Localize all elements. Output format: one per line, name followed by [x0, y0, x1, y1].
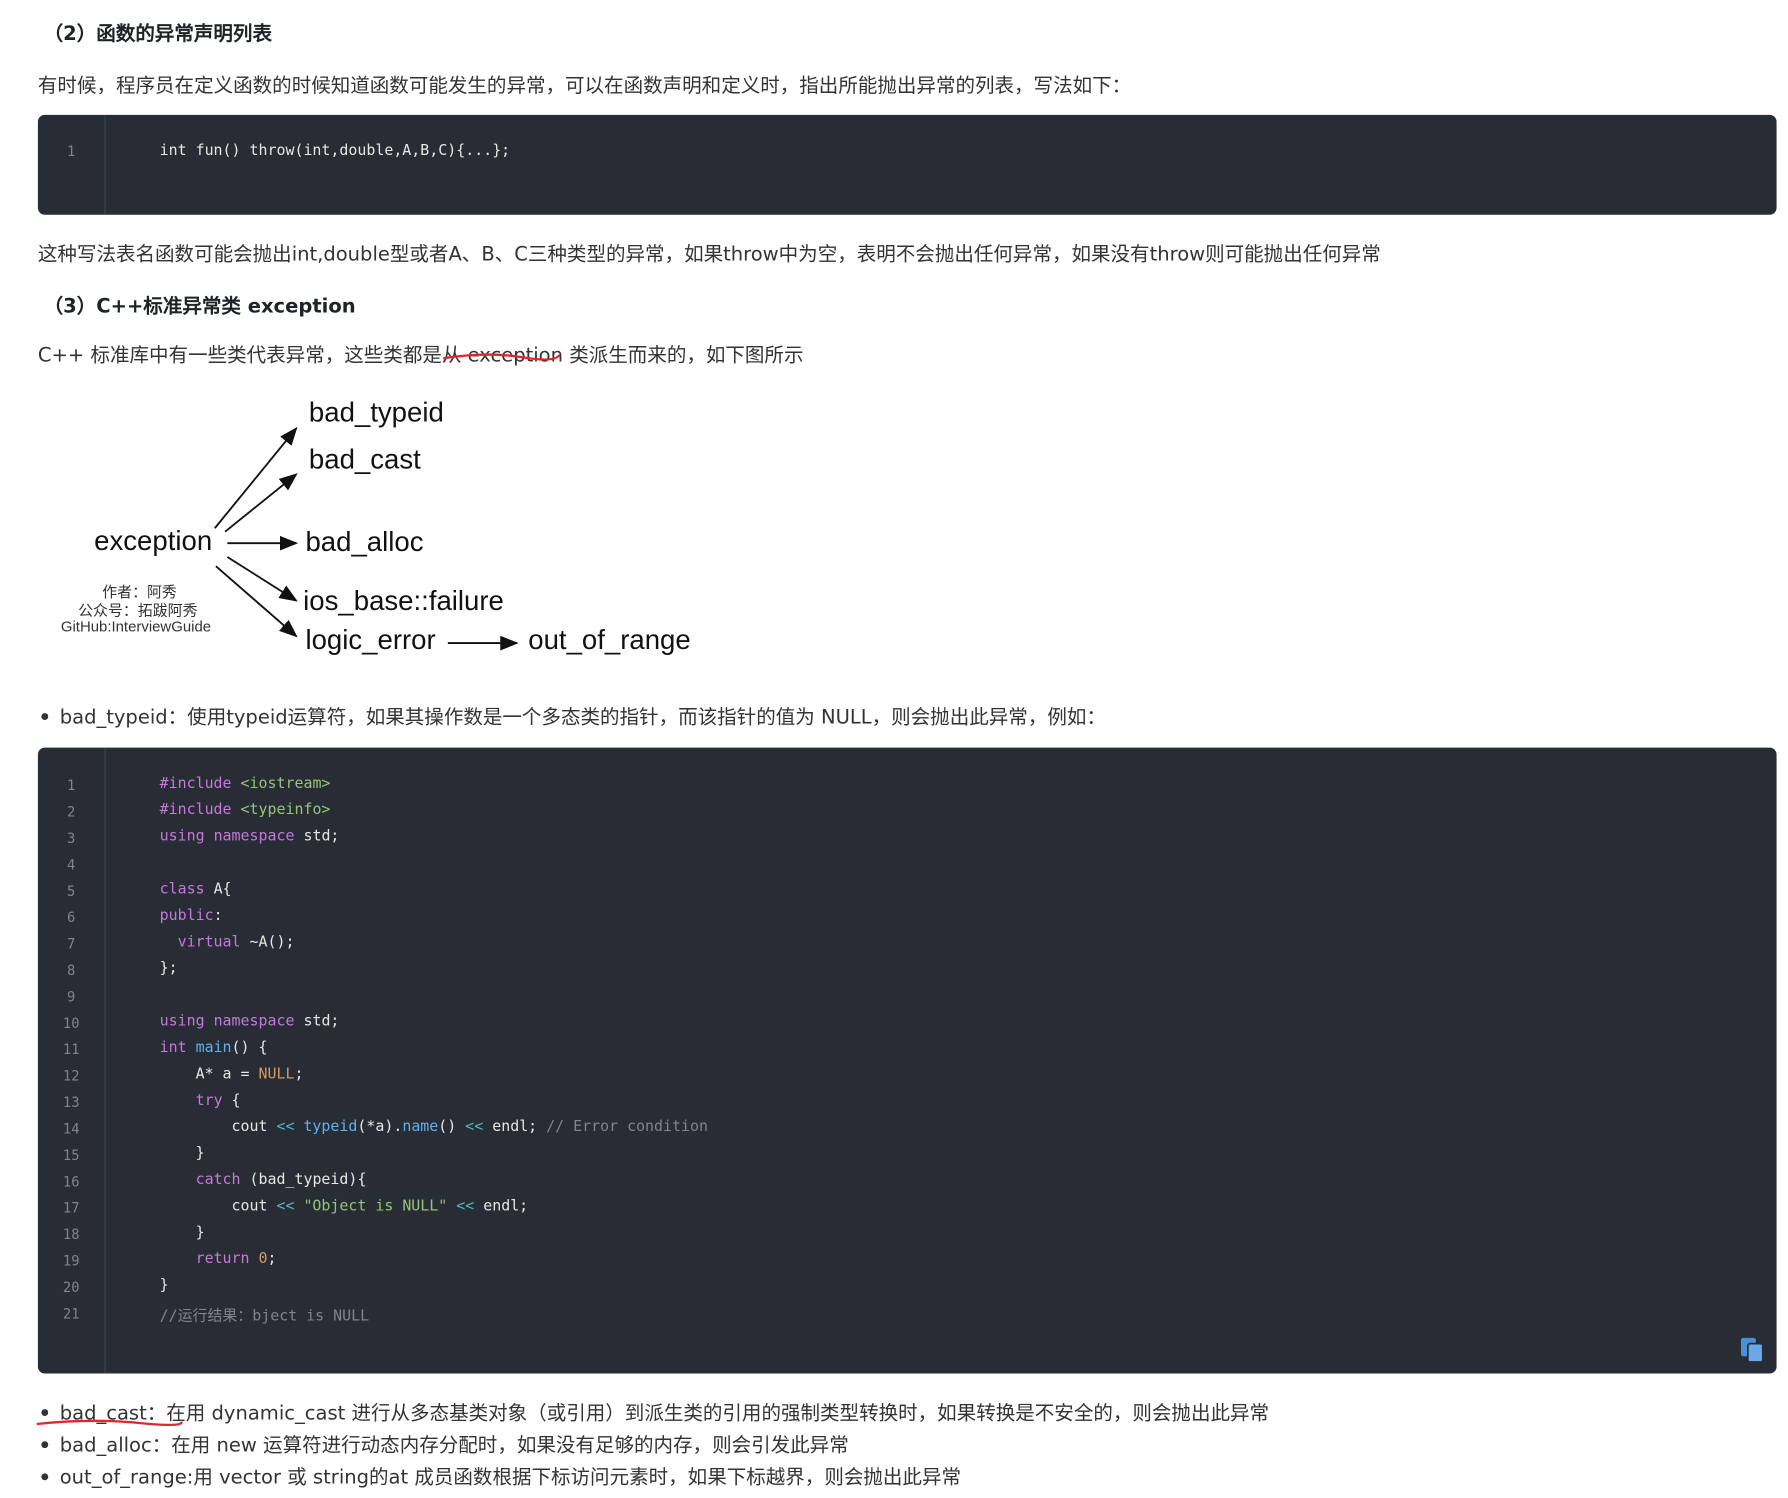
- line-number: 15: [62, 1147, 80, 1164]
- diagram-node-bad-typeid: bad_typeid: [308, 397, 444, 429]
- code-line: }: [159, 1144, 205, 1163]
- red-underline-annotation: [443, 353, 561, 361]
- code-line: //运行结果：bject is NULL: [159, 1308, 370, 1326]
- arrow-to-ios-base-failure: [226, 556, 298, 602]
- code-line: int main() {: [159, 1039, 268, 1057]
- bullet-dot: [41, 712, 49, 720]
- line-number-gutter: [38, 114, 106, 215]
- line-number: 8: [67, 962, 76, 979]
- code-line: #include <typeinfo>: [159, 801, 331, 819]
- arrow-to-logic-error: [215, 565, 298, 638]
- code-block-throw-list: 1 int fun() throw(int,double,A,B,C){...}…: [37, 114, 1777, 215]
- code-line: using namespace std;: [159, 827, 340, 846]
- line-number: 4: [67, 856, 76, 873]
- code-line: virtual ~A();: [177, 933, 295, 951]
- line-number: 2: [67, 803, 76, 820]
- list-item-text: out_of_range:用 vector 或 string的at 成员函数根据…: [59, 1466, 961, 1490]
- line-number: 7: [67, 935, 76, 953]
- line-number: 19: [62, 1252, 80, 1269]
- line-number: 20: [62, 1279, 80, 1296]
- paragraph-exception-class: C++ 标准库中有一些类代表异常，这些类都是从 exception 类派生而来的…: [37, 344, 804, 368]
- line-number: 10: [62, 1015, 80, 1032]
- code-line: };: [159, 960, 178, 978]
- line-number: 5: [67, 883, 76, 900]
- code-line: }: [159, 1277, 169, 1295]
- list-item-text: bad_cast：在用 dynamic_cast 进行从多态基类对象（或引用）到…: [59, 1402, 1270, 1426]
- line-number: 21: [62, 1305, 80, 1322]
- code-line: using namespace std;: [159, 1012, 340, 1031]
- diagram-node-logic-error: logic_error: [305, 624, 436, 656]
- section-heading-3: （3）C++标准异常类 exception: [43, 295, 356, 319]
- list-item-text: bad_typeid：使用typeid运算符，如果其操作数是一个多态类的指针，而…: [59, 706, 1106, 730]
- line-number: 11: [62, 1041, 80, 1058]
- bullet-dot: [41, 1472, 49, 1480]
- code-line: }: [159, 1224, 205, 1242]
- line-number: 12: [62, 1068, 80, 1085]
- paragraph-throw-explanation: 这种写法表名函数可能会抛出int,double型或者A、B、C三种类型的异常，如…: [37, 243, 1381, 267]
- line-number: 13: [62, 1094, 80, 1111]
- section-heading-2: （2）函数的异常声明列表: [43, 22, 272, 46]
- line-number: 1: [67, 143, 76, 160]
- list-item-bad-typeid: bad_typeid：使用typeid运算符，如果其操作数是一个多态类的指针，而…: [38, 701, 1106, 730]
- code-line: A* a = NULL;: [159, 1065, 304, 1083]
- red-underline-annotation: [36, 1419, 183, 1427]
- bullet-dot: [41, 1440, 49, 1448]
- list-item-bad-alloc: bad_alloc：在用 new 运算符进行动态内存分配时，如果没有足够的内存，…: [38, 1429, 849, 1458]
- line-number: 1: [67, 777, 76, 794]
- code-line: cout << typeid(*a).name() << endl; // Er…: [159, 1118, 708, 1136]
- list-item-out-of-range: out_of_range:用 vector 或 string的at 成员函数根据…: [38, 1461, 961, 1490]
- diagram-node-ios-base-failure: ios_base::failure: [303, 585, 504, 617]
- code-line: catch (bad_typeid){: [195, 1171, 367, 1189]
- line-number: 6: [67, 909, 76, 926]
- diagram-node-exception: exception: [94, 525, 213, 557]
- code-line: class A{: [159, 880, 232, 899]
- code-line: int fun() throw(int,double,A,B,C){...};: [159, 142, 511, 160]
- line-number: 16: [62, 1173, 80, 1190]
- diagram-node-bad-alloc: bad_alloc: [305, 527, 424, 559]
- diagram-node-bad-cast: bad_cast: [308, 444, 421, 476]
- line-number: 18: [62, 1226, 80, 1243]
- copy-icon[interactable]: [1740, 1337, 1765, 1365]
- code-line: public:: [159, 907, 223, 925]
- bullet-dot: [41, 1408, 49, 1416]
- line-number: 3: [67, 830, 76, 847]
- code-line: #include <iostream>: [159, 775, 331, 793]
- exception-hierarchy-diagram: exception bad_typeid bad_cast bad_alloc …: [46, 390, 712, 666]
- paragraph-exception-list: 有时候，程序员在定义函数的时候知道函数可能发生的异常，可以在函数声明和定义时，指…: [37, 74, 1132, 98]
- code-line: try {: [195, 1092, 241, 1110]
- line-number: 17: [62, 1200, 80, 1217]
- watermark-github: GitHub:InterviewGuide: [60, 617, 212, 636]
- line-number: 14: [62, 1120, 80, 1137]
- code-block-bad-typeid-example: 1 #include <iostream> 2 #include <typeinfo>…: [37, 747, 1777, 1374]
- arrow-to-bad-typeid: [214, 426, 298, 529]
- code-line: cout << "Object is NULL" << endl;: [159, 1197, 529, 1216]
- line-number: 9: [67, 988, 76, 1005]
- code-line: return 0;: [195, 1250, 277, 1268]
- list-item-text: bad_alloc：在用 new 运算符进行动态内存分配时，如果没有足够的内存，…: [59, 1434, 849, 1458]
- article: （2）函数的异常声明列表 有时候，程序员在定义函数的时候知道函数可能发生的异常，…: [0, 0, 1788, 1498]
- list-item-bad-cast: bad_cast：在用 dynamic_cast 进行从多态基类对象（或引用）到…: [38, 1396, 1269, 1425]
- diagram-node-out-of-range: out_of_range: [528, 624, 691, 656]
